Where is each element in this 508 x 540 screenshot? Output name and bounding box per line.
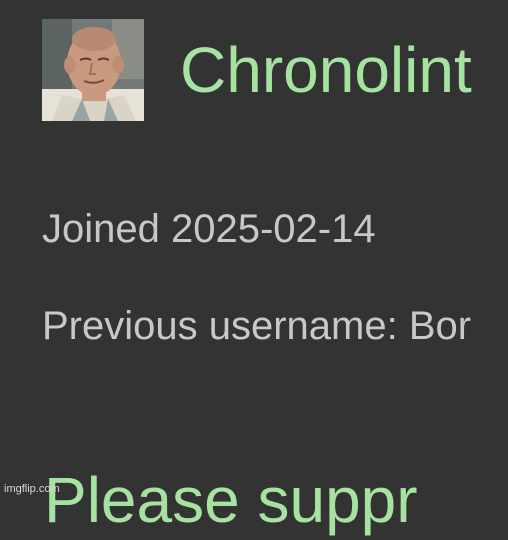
username-heading[interactable]: Chronolint [180,30,472,110]
support-text: Please suppr [44,464,418,536]
avatar-image [42,19,144,121]
watermark: imgflip.com [4,483,60,495]
previous-username: Previous username: Bor [42,304,472,348]
joined-date: Joined 2025-02-14 [42,207,376,251]
avatar[interactable] [42,19,144,121]
